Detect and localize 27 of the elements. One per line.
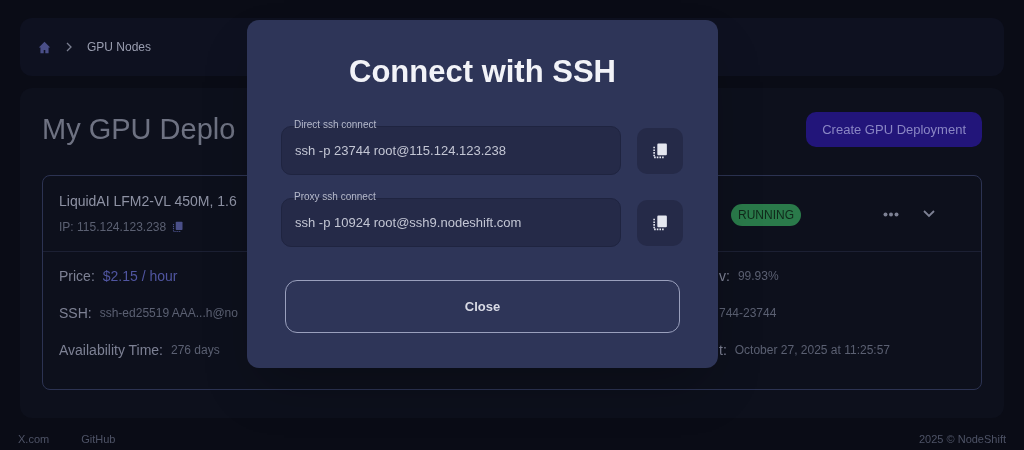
more-icon[interactable] [883, 212, 899, 217]
detail-value: 744-23744 [719, 305, 777, 322]
copy-button[interactable] [637, 199, 683, 246]
detail-value: ssh-ed25519 AAA...h@no [99, 305, 238, 322]
chevron-down-icon[interactable] [923, 210, 935, 218]
detail-label: v: [719, 266, 730, 286]
detail-value: $2.15 / hour [102, 266, 178, 286]
copy-icon [172, 221, 185, 233]
copy-button[interactable] [637, 127, 683, 174]
status-badge: RUNNING [731, 204, 801, 226]
detail-label: t: [719, 340, 727, 360]
deployment-name: LiquidAI LFM2-VL 450M, 1.6 [59, 192, 237, 211]
deployment-ip: IP: 115.124.123.238 [59, 219, 167, 236]
detail-value: October 27, 2025 at 11:25:57 [734, 342, 890, 359]
dialog-title: Connect with SSH [348, 56, 617, 87]
detail-label: Price: [59, 266, 95, 286]
breadcrumb-current[interactable]: GPU Nodes [87, 38, 152, 56]
home-icon[interactable] [38, 40, 51, 54]
detail-label: SSH: [59, 303, 92, 323]
chevron-right-icon [65, 42, 73, 52]
detail-value: 99.93% [737, 268, 779, 285]
copyright-text: 2025 © NodeShift [919, 431, 1006, 447]
page-title: My GPU Deplo [42, 115, 236, 144]
detail-label: Availability Time: [59, 340, 163, 360]
create-deployment-button[interactable]: Create GPU Deployment [806, 112, 982, 147]
close-button[interactable]: Close [285, 280, 680, 333]
detail-value: 276 days [171, 342, 220, 359]
